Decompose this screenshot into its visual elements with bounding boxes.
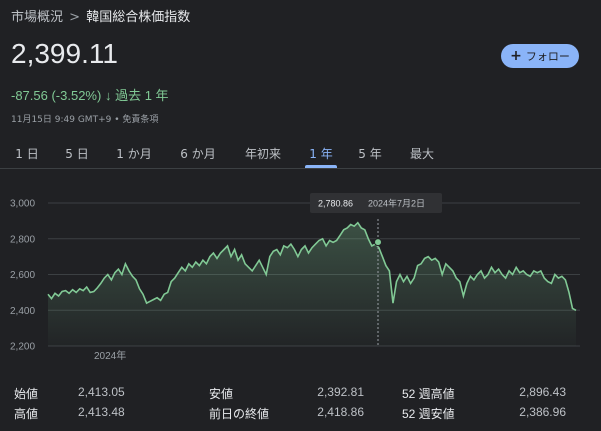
follow-button[interactable]: + フォロー <box>501 44 579 68</box>
tabs-divider <box>0 168 601 169</box>
breadcrumb: 市場概況 > 韓国総合株価指数 <box>11 6 190 25</box>
y-tick-label: 2,800 <box>10 234 35 245</box>
tooltip-value: 2,780.86 <box>318 199 353 209</box>
follow-button-label: フォロー <box>525 50 570 63</box>
stat-value-52w-low: 2,386.96 <box>519 405 566 419</box>
y-tick-label: 2,600 <box>10 270 35 281</box>
y-tick-label: 3,000 <box>10 199 35 210</box>
change-value: -87.56 (-3.52%) <box>11 88 102 103</box>
x-tick-label: 2024年 <box>94 349 126 362</box>
stat-value-high: 2,413.48 <box>78 405 125 419</box>
tab-5-year[interactable]: 5 年 <box>352 138 388 168</box>
chart-tooltip: 2,780.86 2024年7月2日 <box>310 193 442 213</box>
y-tick-label: 2,400 <box>10 306 35 317</box>
breadcrumb-current: 韓国総合株価指数 <box>86 10 191 25</box>
tab-1-day[interactable]: 1 日 <box>6 138 48 168</box>
tooltip-date: 2024年7月2日 <box>368 198 425 209</box>
chart-area-fill <box>48 222 576 346</box>
change-period: 過去 1 年 <box>115 88 169 103</box>
tab-5-day[interactable]: 5 日 <box>56 138 98 168</box>
price-change: -87.56 (-3.52%) ↓ 過去 1 年 <box>11 85 169 104</box>
current-price: 2,399.11 <box>11 38 118 69</box>
price-chart[interactable]: 3,000 2,800 2,600 2,400 2,200 2,780.86 2024年… <box>0 185 601 365</box>
stat-label-prev-close: 前日の終値 <box>209 407 270 421</box>
stat-label-high: 高値 <box>14 407 39 421</box>
stat-value-open: 2,413.05 <box>78 385 125 399</box>
range-tabs: 1 日 5 日 1 か月 6 か月 年初来 1 年 5 年 最大 <box>0 138 601 168</box>
tab-1-year[interactable]: 1 年 <box>303 138 339 168</box>
stat-value-low: 2,392.81 <box>317 385 364 399</box>
stat-value-prev-close: 2,418.86 <box>317 405 364 419</box>
stat-label-low: 安値 <box>209 387 234 401</box>
stat-label-52w-high: 52 週高値 <box>402 387 455 401</box>
down-arrow-icon: ↓ <box>104 88 112 103</box>
tab-6-month[interactable]: 6 か月 <box>172 138 224 168</box>
plus-icon: + <box>510 48 522 64</box>
tab-max[interactable]: 最大 <box>400 138 444 168</box>
tab-ytd[interactable]: 年初来 <box>236 138 290 168</box>
y-tick-label: 2,200 <box>10 342 35 353</box>
stat-label-52w-low: 52 週安値 <box>402 407 455 421</box>
tab-1-month[interactable]: 1 か月 <box>108 138 160 168</box>
stat-value-52w-high: 2,896.43 <box>519 385 566 399</box>
timestamp-disclaimer[interactable]: 11月15日 9:49 GMT+9 • 免責条項 <box>11 112 158 125</box>
breadcrumb-separator: > <box>69 10 81 25</box>
breadcrumb-parent-link[interactable]: 市場概況 <box>11 10 63 25</box>
stat-label-open: 始値 <box>14 387 39 401</box>
hover-point <box>374 238 382 247</box>
